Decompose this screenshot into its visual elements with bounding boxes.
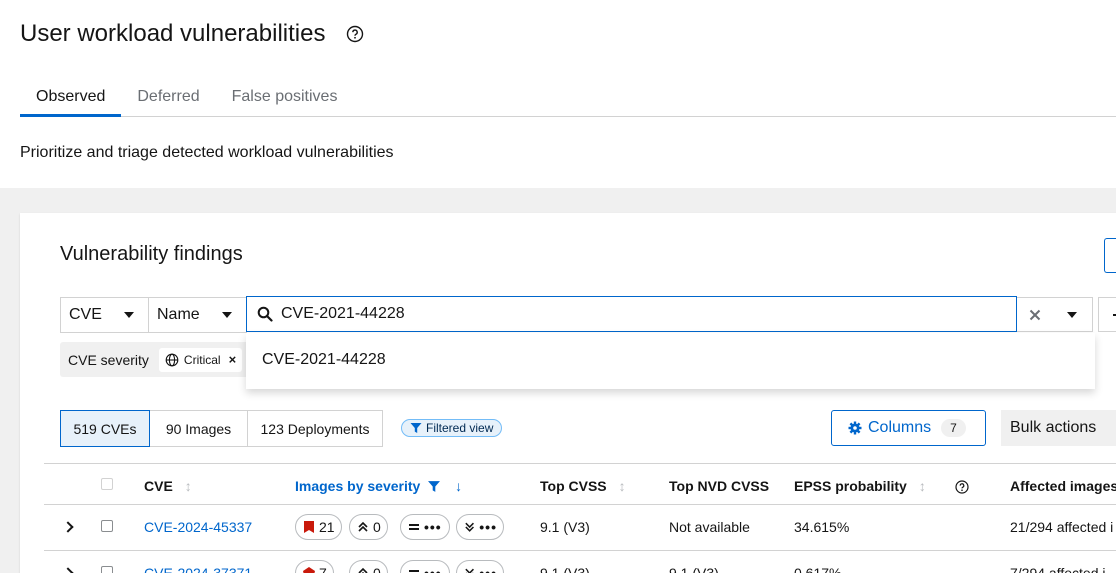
search-input[interactable] — [281, 305, 981, 323]
top-nvd-cvss-value: 9.1 (V3) — [669, 565, 719, 573]
bulk-actions-label: Bulk actions — [1010, 419, 1097, 436]
globe-icon — [165, 353, 179, 366]
page-subtitle: Prioritize and triage detected workload … — [20, 144, 394, 161]
filter-chip: Critical × — [158, 347, 243, 372]
angle-double-down-icon — [465, 568, 474, 573]
entity-select-value: CVE — [69, 306, 102, 323]
attribute-select-value: Name — [157, 306, 200, 323]
sort-icon: ↕ — [184, 478, 192, 494]
caret-down-icon — [1067, 312, 1077, 318]
column-header-images-by-severity[interactable]: Images by severity ↓ — [295, 478, 462, 494]
page-header: User workload vulnerabilities Observed D… — [0, 0, 1116, 188]
angle-double-down-icon — [465, 522, 474, 532]
bulk-actions-dropdown[interactable]: Bulk actions — [1001, 410, 1116, 446]
tab-observed[interactable]: Observed — [20, 80, 122, 117]
entity-toggle-group: 519 CVEs 90 Images 123 Deployments — [60, 410, 383, 447]
top-cvss-value: 9.1 (V3) — [540, 519, 590, 535]
table-row: CVE-2024-37371 7 0 ••• ••• 9.1 (V3) 9.1 … — [44, 551, 1116, 573]
filtered-view-text: Filtered view — [426, 421, 494, 435]
column-header-top-cvss[interactable]: Top CVSS ↕ — [540, 478, 626, 494]
autocomplete-menu: CVE-2021-44228 — [246, 333, 1095, 389]
clear-search-button[interactable] — [1017, 297, 1053, 332]
column-header-cve[interactable]: CVE ↕ — [144, 478, 192, 494]
toggle-cves[interactable]: 519 CVEs — [60, 410, 150, 447]
filter-chip-group: CVE severity Critical × — [60, 342, 260, 377]
equals-icon — [409, 570, 419, 572]
remove-chip-icon[interactable]: × — [229, 352, 237, 367]
angle-double-up-icon — [358, 567, 368, 573]
sort-icon: ↕ — [618, 478, 626, 494]
toggle-images[interactable]: 90 Images — [149, 410, 248, 447]
columns-button[interactable]: Columns 7 — [831, 410, 986, 446]
expand-row-icon[interactable] — [62, 521, 74, 533]
column-header-epss[interactable]: EPSS probability ↕ — [794, 478, 926, 494]
select-all-checkbox[interactable] — [101, 478, 113, 490]
important-severity-count: 0 — [349, 560, 388, 573]
expand-row-icon[interactable] — [62, 567, 74, 573]
chip-value: Critical — [183, 352, 221, 367]
affected-images-value: 21/294 affected i — [1010, 519, 1114, 535]
top-nvd-cvss-value: Not available — [669, 519, 750, 535]
filter-icon — [428, 481, 441, 492]
help-icon[interactable] — [955, 480, 969, 494]
caret-down-icon — [222, 312, 232, 318]
filtered-view-label: Filtered view — [401, 419, 503, 437]
filter-icon — [410, 423, 422, 433]
cve-link[interactable]: CVE-2024-37371 — [144, 565, 252, 573]
column-header-top-nvd-cvss: Top NVD CVSS — [669, 478, 770, 494]
angle-double-up-icon — [358, 521, 368, 532]
search-icon — [257, 306, 273, 322]
row-checkbox[interactable] — [101, 520, 113, 532]
equals-icon — [409, 524, 419, 530]
columns-count-badge: 7 — [941, 419, 966, 437]
tab-deferred[interactable]: Deferred — [121, 80, 215, 116]
toggle-deployments[interactable]: 123 Deployments — [247, 410, 383, 447]
export-button[interactable] — [1104, 238, 1116, 273]
columns-label: Columns — [868, 419, 932, 436]
column-header-affected-images: Affected images — [1010, 478, 1116, 494]
affected-images-value: 7/294 affected i — [1010, 565, 1106, 573]
top-cvss-value: 9.1 (V3) — [540, 565, 590, 573]
low-severity-count: ••• — [456, 560, 504, 573]
attribute-select[interactable]: Name — [148, 297, 247, 333]
page-title: User workload vulnerabilities — [20, 20, 326, 47]
critical-severity-count: 7 — [295, 560, 334, 573]
epss-value: 0.617% — [794, 565, 842, 573]
moderate-severity-count: ••• — [400, 514, 450, 540]
critical-severity-count: 21 — [295, 514, 342, 540]
search-box[interactable] — [246, 296, 1017, 332]
help-icon[interactable] — [346, 25, 364, 43]
tab-bar: Observed Deferred False positives — [20, 80, 1116, 117]
entity-select[interactable]: CVE — [60, 297, 149, 333]
low-severity-count: ••• — [456, 514, 504, 540]
critical-severity-icon — [304, 521, 314, 533]
table-header: CVE ↕ Images by severity ↓ Top CVSS ↕ Top … — [44, 463, 1116, 505]
chip-group-label: CVE severity — [68, 351, 149, 368]
autocomplete-option[interactable]: CVE-2021-44228 — [262, 351, 386, 369]
table-row: CVE-2024-45337 21 0 ••• ••• 9.1 (V3) Not… — [44, 505, 1116, 551]
sort-descending-icon: ↓ — [455, 478, 463, 494]
tab-false-positives[interactable]: False positives — [216, 80, 354, 116]
important-severity-count: 0 — [349, 514, 388, 540]
epss-value: 34.615% — [794, 519, 850, 535]
row-checkbox[interactable] — [101, 566, 113, 573]
cve-link[interactable]: CVE-2024-45337 — [144, 519, 252, 535]
caret-down-icon — [124, 312, 134, 318]
critical-severity-icon — [303, 567, 315, 573]
search-dropdown-toggle[interactable] — [1053, 297, 1093, 332]
close-icon — [1029, 309, 1041, 320]
sort-icon: ↕ — [918, 478, 926, 494]
gear-icon — [848, 421, 862, 435]
moderate-severity-count: ••• — [400, 560, 450, 573]
findings-title: Vulnerability findings — [60, 243, 243, 265]
more-options-button[interactable] — [1098, 297, 1116, 332]
